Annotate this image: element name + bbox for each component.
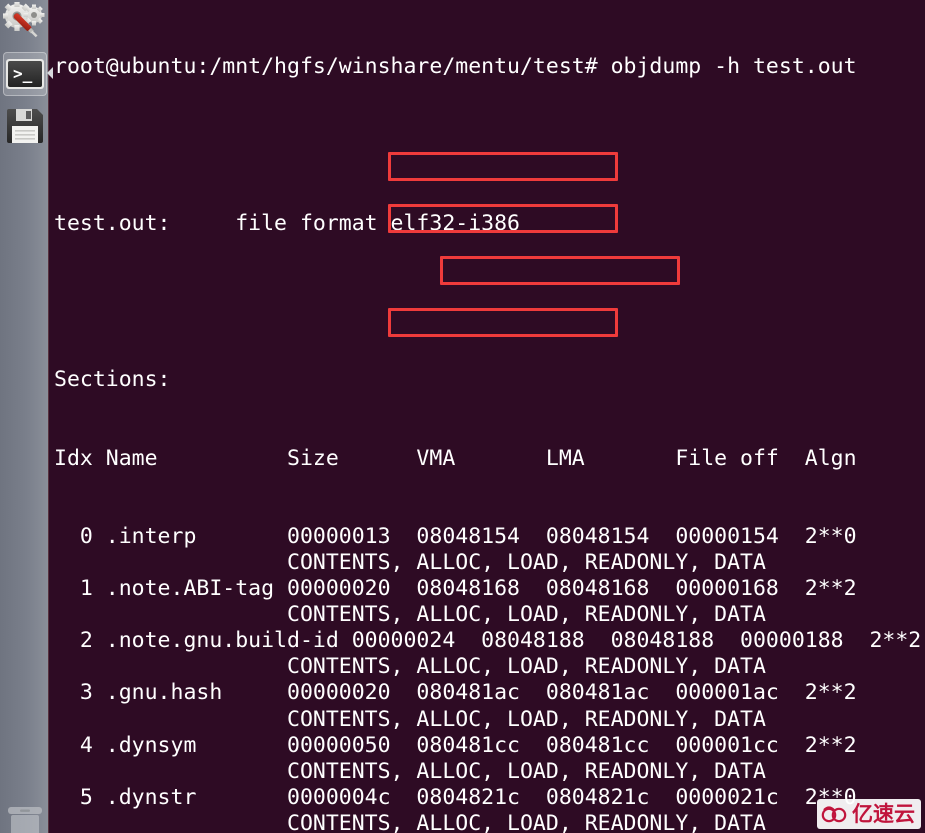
save-floppy-icon-glyph xyxy=(7,109,43,143)
settings-icon[interactable] xyxy=(2,1,47,46)
section-flags-row: CONTENTS, ALLOC, LOAD, READONLY, DATA xyxy=(54,549,766,575)
section-row: 3 .gnu.hash 00000020 080481ac 080481ac 0… xyxy=(54,680,857,706)
section-row: 0 .interp 00000013 08048154 08048154 000… xyxy=(54,523,857,549)
trash-icon-glyph xyxy=(8,807,42,833)
section-row: 2 .note.gnu.build-id 00000024 08048188 0… xyxy=(54,628,922,654)
prompt-line: root@ubuntu:/mnt/hgfs/winshare/mentu/tes… xyxy=(54,54,857,80)
unity-launcher: >_ xyxy=(0,0,53,833)
section-flags-row: CONTENTS, ALLOC, LOAD, READONLY, DATA xyxy=(54,810,766,833)
section-row: 5 .dynstr 0000004c 0804821c 0804821c 000… xyxy=(54,784,857,810)
settings-icon-glyph xyxy=(2,1,45,38)
section-flags-row: CONTENTS, ALLOC, LOAD, READONLY, DATA xyxy=(54,602,766,628)
watermark-text: 亿速云 xyxy=(852,801,915,826)
section-row: 1 .note.ABI-tag 00000020 08048168 080481… xyxy=(54,576,857,602)
terminal-window[interactable]: root@ubuntu:/mnt/hgfs/winshare/mentu/tes… xyxy=(50,0,925,833)
file-format-line: test.out: file format elf32-i386 xyxy=(54,210,520,236)
terminal-icon-glyph: >_ xyxy=(6,59,44,89)
trash-icon[interactable] xyxy=(3,795,47,833)
sections-table: 0 .interp 00000013 08048154 08048154 000… xyxy=(54,524,925,833)
sections-label: Sections: xyxy=(54,367,171,393)
cloud-logo-icon xyxy=(821,806,847,823)
section-flags-row: CONTENTS, ALLOC, LOAD, READONLY, DATA xyxy=(54,758,766,784)
screen-root: >_ root@ubuntu:/mnt/hgfs/winshare/mentu/… xyxy=(0,0,925,833)
section-row: 4 .dynsym 00000050 080481cc 080481cc 000… xyxy=(54,732,857,758)
section-flags-row: CONTENTS, ALLOC, LOAD, READONLY, DATA xyxy=(54,654,766,680)
watermark: 亿速云 xyxy=(817,799,921,829)
save-floppy-icon[interactable] xyxy=(3,103,47,147)
terminal-icon[interactable]: >_ xyxy=(3,52,53,96)
svg-text:>_: >_ xyxy=(13,64,33,83)
section-flags-row: CONTENTS, ALLOC, LOAD, READONLY, DATA xyxy=(54,706,766,732)
table-header: Idx Name Size VMA LMA File off Algn xyxy=(54,445,857,471)
